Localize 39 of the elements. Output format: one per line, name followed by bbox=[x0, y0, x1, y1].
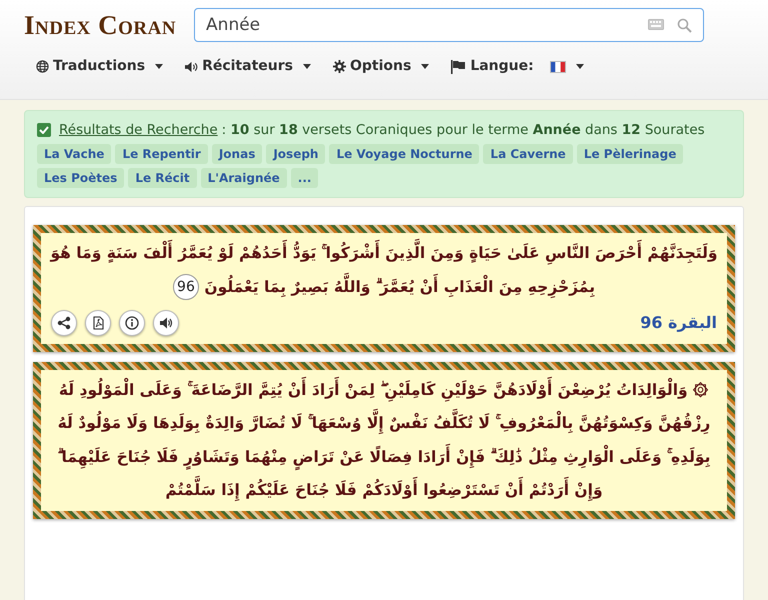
sura-tag[interactable]: L'Araignée bbox=[200, 168, 287, 188]
speaker-icon bbox=[185, 60, 198, 72]
flag-icon bbox=[451, 60, 466, 74]
checkbox[interactable] bbox=[37, 123, 51, 138]
speaker-button[interactable] bbox=[153, 310, 179, 336]
sura-tag[interactable]: Le Récit bbox=[128, 168, 197, 188]
sura-tag[interactable]: Le Repentir bbox=[115, 144, 208, 164]
sura-tag[interactable]: La Caverne bbox=[483, 144, 573, 164]
menu-dropdown[interactable]: Traductions bbox=[36, 56, 164, 77]
info-icon bbox=[125, 316, 139, 330]
globe-icon bbox=[36, 60, 49, 73]
sura-tag[interactable]: Jonas bbox=[212, 144, 262, 164]
sura-tag[interactable]: Les Poètes bbox=[37, 168, 124, 188]
share-icon bbox=[57, 316, 71, 330]
menu-dropdown[interactable]: Langue: bbox=[451, 56, 584, 77]
french-flag-icon bbox=[550, 60, 566, 72]
share-button[interactable] bbox=[51, 310, 77, 336]
settings-icon bbox=[332, 60, 346, 73]
verse-text: ۞ وَالْوَالِدَاتُ يُرْضِعْنَ أَوْلَادَهُنَّ حَوْلَيْنِ كَامِلَيْنِ ۖ لِمَنْ أَرَادَ أَنْ يُتِمَّ الرَّضَاعَةَ ۚ وَعَلَى الْمَوْلُودِ لَهُ رِزْقُهُنَّ وَكِسْوَتُهُنَّ بِالْمَعْرُوفِ ۚ لَا تُكَلَّفُ نَفْسٌ إِلَّا وُسْعَهَا ۚ لَا تُضَارَّ وَالِدَةٌ بِوَلَدِهَا وَلَا مَوْلُودٌ لَهُ بِوَلَدِهِ ۚ وَعَلَى الْوَارِثِ مِثْلُ ذَٰلِكَ ۗ فَإِنْ أَرَادَا فِصَالًا عَنْ تَرَاضٍ مِنْهُمَا وَتَشَاوُرٍ فَلَا جُنَاحَ عَلَيْهِمَا ۗ وَإِنْ أَرَدْتُمْ أَنْ تَسْتَرْضِعُوا أَوْلَادَكُمْ فَلَا جُنَاحَ عَلَيْكُمْ إِذَا سَلَّمْتُمْ bbox=[49, 374, 719, 508]
sura-tag[interactable]: Le Pèlerinage bbox=[576, 144, 684, 164]
pdf-file-icon bbox=[91, 316, 105, 330]
results-summary: : 10 sur 18 versets Coraniques pour le terme Année dans 12 Sourates bbox=[222, 121, 705, 140]
caret-icon bbox=[302, 64, 311, 69]
caret-icon bbox=[576, 64, 584, 69]
pdf-file-button[interactable] bbox=[85, 310, 111, 336]
speaker-icon bbox=[159, 316, 173, 330]
results-link[interactable]: Résultats de Recherche bbox=[59, 120, 218, 140]
sura-tag[interactable]: ... bbox=[290, 168, 318, 188]
site-logo[interactable]: Index Coran bbox=[24, 12, 176, 38]
sura-tag[interactable]: La Vache bbox=[37, 144, 112, 164]
menu-dropdown[interactable]: Options bbox=[332, 56, 430, 77]
sura-tag[interactable]: Joseph bbox=[266, 144, 326, 164]
verse-number: 96 bbox=[172, 274, 199, 300]
sura-tag[interactable]: Le Voyage Nocturne bbox=[329, 144, 480, 164]
caret-icon bbox=[155, 64, 164, 69]
menu-dropdown[interactable]: Récitateurs bbox=[185, 56, 311, 77]
verse-reference[interactable]: البقرة 96 bbox=[640, 310, 717, 335]
caret-icon bbox=[421, 64, 430, 69]
info-button[interactable] bbox=[119, 310, 145, 336]
